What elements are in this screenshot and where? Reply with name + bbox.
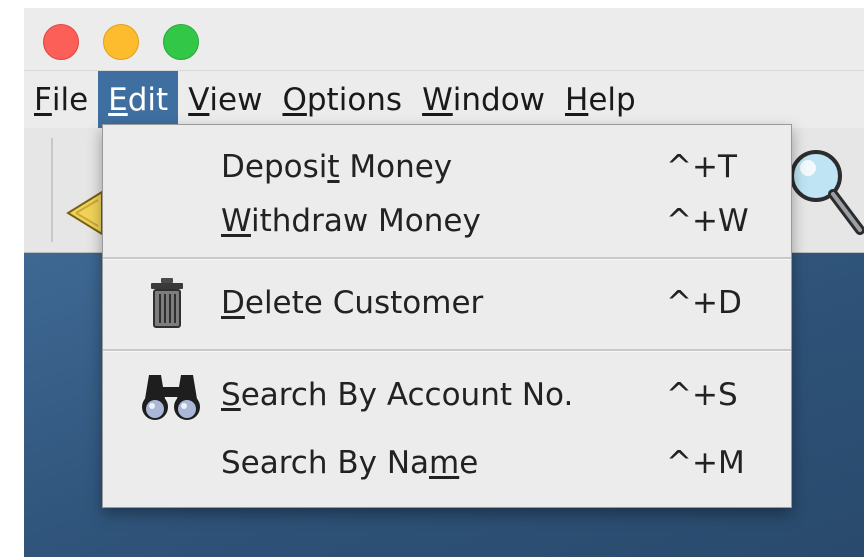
menu-item-deposit-money[interactable]: Deposit Money ^+T [103, 139, 791, 195]
menu-file-mnemonic: F [34, 82, 52, 118]
magnifier-icon[interactable] [784, 144, 864, 244]
menu-options[interactable]: Options [272, 71, 412, 129]
search-by-name-label: Search By Name [221, 445, 479, 481]
search-by-name-shortcut: ^+M [666, 445, 745, 481]
menu-separator [103, 349, 791, 352]
menu-bar: File Edit View Options Window Help [24, 70, 864, 129]
menu-edit-label: dit [127, 82, 169, 118]
menu-help[interactable]: Help [555, 71, 646, 129]
toolbar-separator [51, 138, 53, 242]
menu-options-label: ptions [306, 82, 403, 118]
edit-menu-dropdown: Deposit Money ^+T Withdraw Money ^+W Del… [102, 124, 792, 508]
menu-file[interactable]: File [24, 71, 98, 129]
search-by-account-shortcut: ^+S [666, 377, 738, 413]
binoculars-icon [142, 375, 200, 420]
close-window-button[interactable] [43, 24, 79, 60]
deposit-money-shortcut: ^+T [666, 149, 737, 185]
menu-file-label: ile [51, 82, 89, 118]
withdraw-money-shortcut: ^+W [666, 203, 749, 239]
menu-options-mnemonic: O [282, 82, 307, 118]
delete-customer-label: Delete Customer [221, 285, 484, 321]
menu-view-mnemonic: V [188, 82, 210, 118]
menu-edit[interactable]: Edit [98, 71, 179, 129]
menu-window-label: indow [452, 82, 546, 118]
title-bar [24, 8, 864, 68]
menu-item-search-by-account[interactable]: Search By Account No. ^+S [103, 367, 791, 423]
back-arrow-icon[interactable] [64, 188, 104, 238]
delete-customer-shortcut: ^+D [666, 285, 742, 321]
search-by-account-label: Search By Account No. [221, 377, 574, 413]
menu-window-mnemonic: W [422, 82, 453, 118]
maximize-window-button[interactable] [163, 24, 199, 60]
menu-edit-mnemonic: E [108, 82, 128, 118]
menu-view-label: iew [209, 82, 263, 118]
menu-help-label: elp [588, 82, 636, 118]
minimize-window-button[interactable] [103, 24, 139, 60]
deposit-money-label: Deposit Money [221, 149, 453, 185]
menu-window[interactable]: Window [412, 71, 555, 129]
menu-item-search-by-name[interactable]: Search By Name ^+M [103, 435, 791, 491]
menu-item-delete-customer[interactable]: Delete Customer ^+D [103, 275, 791, 331]
menu-help-mnemonic: H [565, 82, 589, 118]
menu-view[interactable]: View [178, 71, 272, 129]
trash-can-icon [151, 278, 183, 328]
withdraw-money-label: Withdraw Money [221, 203, 481, 239]
menu-item-withdraw-money[interactable]: Withdraw Money ^+W [103, 193, 791, 249]
menu-separator [103, 257, 791, 260]
